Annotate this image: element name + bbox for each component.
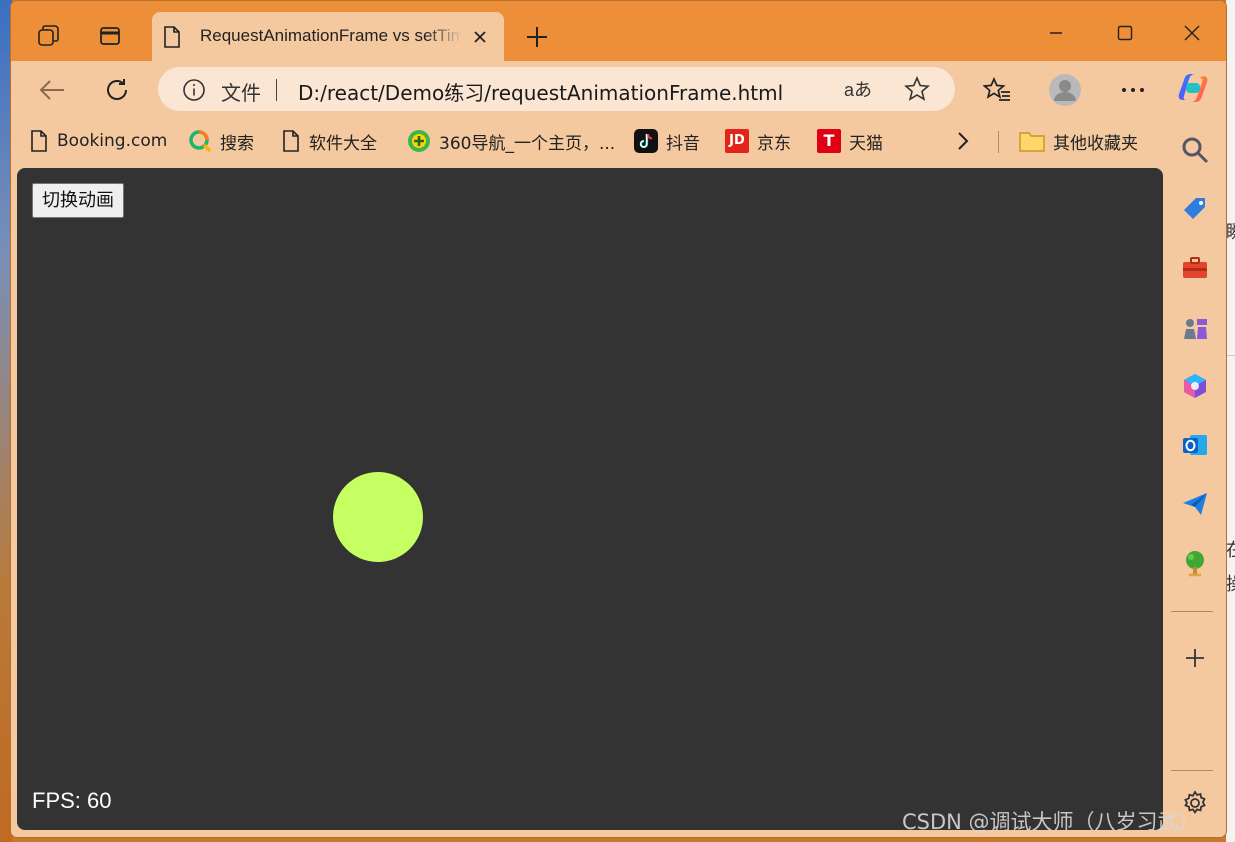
favorite-star-icon[interactable]: [904, 75, 930, 107]
close-window-button[interactable]: [1170, 15, 1214, 51]
page-icon: [162, 25, 182, 54]
search-icon[interactable]: [1177, 132, 1213, 168]
page-icon: [29, 129, 49, 153]
minimize-icon: [1050, 32, 1062, 34]
bookmarks-separator: [998, 131, 999, 153]
search-q-icon: [188, 129, 212, 153]
bookmark-jd[interactable]: JD 京东: [725, 127, 791, 155]
more-dots-icon: [1122, 88, 1144, 92]
bookmarks-overflow-button[interactable]: [956, 127, 970, 155]
workspaces-icon[interactable]: [31, 18, 67, 54]
send-paper-plane-icon[interactable]: [1177, 486, 1213, 522]
bookmark-label: 京东: [757, 133, 791, 154]
bookmark-360[interactable]: 360导航_一个主页，...: [407, 127, 615, 155]
bookmark-label: 搜索: [220, 133, 254, 154]
bookmark-label: 天猫: [849, 133, 883, 154]
games-chess-icon[interactable]: [1177, 309, 1213, 345]
edge-sidebar: [1163, 119, 1226, 837]
favorites-list-icon: [983, 77, 1010, 101]
address-bar[interactable]: 文件 D:/react/Demo练习/requestAnimationFrame…: [158, 67, 955, 111]
tree-icon[interactable]: [1177, 545, 1213, 581]
microsoft-365-icon[interactable]: [1177, 368, 1213, 404]
desktop-text-fragment: 操: [1226, 570, 1235, 596]
favorites-button[interactable]: [978, 71, 1016, 109]
url-text[interactable]: D:/react/Demo练习/requestAnimationFrame.ht…: [298, 77, 783, 106]
bookmark-label: 其他收藏夹: [1053, 133, 1138, 154]
folder-icon: [1019, 130, 1045, 152]
desktop-right-edge: 瞬 在 操: [1226, 0, 1235, 842]
jd-icon: JD: [725, 129, 749, 153]
bookmark-label: Booking.com: [57, 131, 168, 151]
copilot-button[interactable]: [1174, 69, 1212, 107]
bookmark-search[interactable]: 搜索: [188, 127, 254, 155]
360-icon: [407, 129, 431, 153]
tools-briefcase-icon[interactable]: [1177, 250, 1213, 286]
vertical-tabs-icon[interactable]: [92, 18, 128, 54]
maximize-button[interactable]: [1103, 15, 1147, 51]
copilot-icon: [1178, 74, 1208, 102]
profile-button[interactable]: [1046, 71, 1084, 109]
address-separator: [276, 79, 277, 101]
maximize-icon: [1117, 25, 1133, 41]
sidebar-divider: [1171, 770, 1213, 771]
read-aloud-icon[interactable]: aあ: [844, 76, 872, 102]
close-icon: [1184, 25, 1200, 41]
chevron-right-icon: [958, 132, 969, 150]
browser-window: RequestAnimationFrame vs setTimeout: [10, 0, 1227, 838]
plus-icon: [527, 27, 547, 47]
new-tab-button[interactable]: [521, 21, 553, 53]
tab-title: RequestAnimationFrame vs setTimeout: [200, 26, 462, 45]
bookmark-label: 软件大全: [309, 133, 377, 154]
minimize-button[interactable]: [1034, 15, 1078, 51]
plus-icon: [1186, 649, 1204, 667]
desktop-text-fragment: 在: [1226, 536, 1235, 562]
csdn-watermark: CSDN @调试大师（八岁习武）: [902, 810, 1200, 834]
refresh-button[interactable]: [98, 71, 136, 109]
page-icon: [281, 129, 301, 153]
fps-counter: FPS: 60: [32, 788, 112, 813]
bookmarks-bar: Booking.com 搜索 软件大全 360导航_一个主页，... 抖音 JD…: [11, 119, 1226, 163]
bookmark-douyin[interactable]: 抖音: [634, 127, 700, 155]
desktop-text-fragment: 瞬: [1226, 218, 1235, 244]
back-button[interactable]: [33, 71, 71, 109]
close-icon[interactable]: [468, 25, 492, 49]
site-info-label[interactable]: 文件: [221, 77, 261, 106]
shopping-tag-icon[interactable]: [1177, 191, 1213, 227]
back-arrow-icon: [39, 80, 64, 100]
animated-ball: [333, 472, 423, 562]
refresh-icon: [107, 79, 127, 100]
tmall-icon: T: [817, 129, 841, 153]
more-menu-button[interactable]: [1114, 71, 1152, 109]
toggle-animation-button[interactable]: 切换动画: [32, 183, 124, 218]
bookmark-label: 360导航_一个主页，...: [439, 133, 616, 154]
title-bar: RequestAnimationFrame vs setTimeout: [11, 1, 1226, 61]
bookmark-label: 抖音: [666, 133, 700, 154]
desktop-divider: [1226, 355, 1235, 356]
douyin-icon: [634, 129, 658, 153]
sidebar-divider: [1171, 611, 1213, 612]
avatar: [1049, 74, 1081, 106]
add-sidebar-app-button[interactable]: [1177, 640, 1213, 676]
bookmark-software[interactable]: 软件大全: [281, 127, 377, 155]
page-viewport: 切换动画 FPS: 60: [17, 168, 1163, 830]
bookmark-booking[interactable]: Booking.com: [29, 127, 167, 155]
tab-active[interactable]: RequestAnimationFrame vs setTimeout: [152, 12, 504, 61]
outlook-icon[interactable]: [1177, 427, 1213, 463]
bookmark-tmall[interactable]: T 天猫: [817, 127, 883, 155]
info-icon[interactable]: [182, 78, 206, 107]
other-favorites-folder[interactable]: 其他收藏夹: [1019, 127, 1138, 155]
navigation-toolbar: 文件 D:/react/Demo练习/requestAnimationFrame…: [11, 61, 1226, 119]
